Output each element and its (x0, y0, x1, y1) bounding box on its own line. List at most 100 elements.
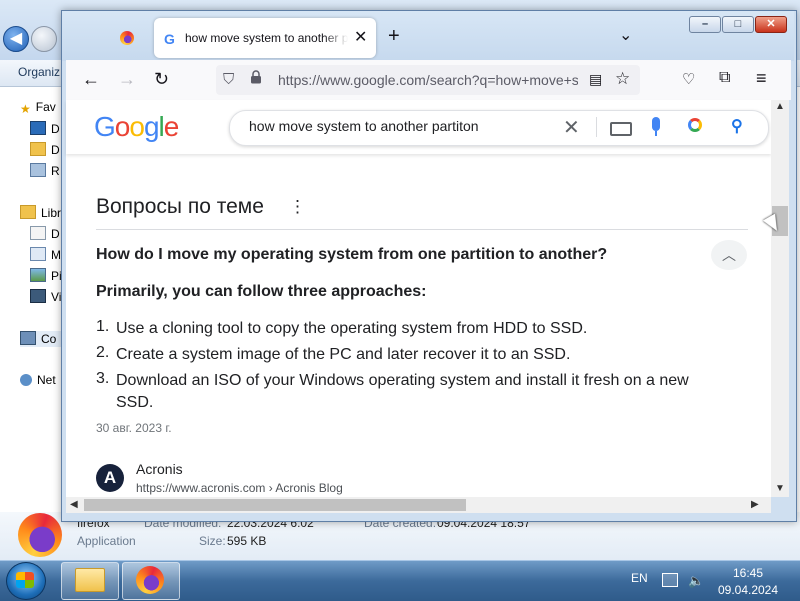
nav-item-computer[interactable]: Co (20, 331, 61, 347)
nav-item-videos[interactable]: Vi (30, 289, 61, 305)
explorer-forward-button[interactable] (31, 26, 57, 52)
recent-places-icon (30, 163, 46, 177)
tab-title: how move system to another partiton - Go… (185, 31, 348, 45)
list-item-text: Use a cloning tool to copy the operating… (116, 320, 588, 337)
close-window-button[interactable]: ✕ (755, 16, 787, 33)
star-icon: ★ (20, 102, 31, 116)
search-icon[interactable]: ⚲ (731, 116, 743, 136)
source-url[interactable]: https://www.acronis.com › Acronis Blog (136, 481, 343, 495)
more-options-icon[interactable]: ⋮ (289, 197, 306, 217)
scroll-down-arrow-icon[interactable]: ▼ (775, 483, 785, 494)
forward-button[interactable]: → (118, 69, 136, 89)
microphone-stem (655, 131, 657, 136)
nav-item-label: Vi (51, 290, 62, 304)
maximize-icon: □ (734, 18, 742, 30)
nav-item-label: Co (41, 332, 57, 346)
nav-item-label: D (51, 227, 60, 241)
search-divider (596, 117, 597, 137)
lock-icon[interactable] (250, 70, 262, 84)
back-arrow-icon: ◀ (9, 30, 23, 47)
network-tray-icon[interactable] (662, 573, 678, 587)
nav-item-documents[interactable]: D (30, 226, 60, 242)
minimize-icon: – (701, 18, 709, 30)
windows-logo-icon (16, 572, 34, 588)
scroll-up-arrow-icon[interactable]: ▲ (775, 101, 785, 112)
logo-letter: e (163, 111, 180, 142)
firefox-tab-icon (120, 31, 134, 45)
pocket-icon[interactable]: ♡ (682, 70, 695, 88)
nav-item-desktop[interactable]: D (30, 121, 60, 137)
clock-time[interactable]: 16:45 (718, 566, 778, 580)
tab-close-icon[interactable]: ✕ (354, 27, 367, 47)
details-size: 595 KB (227, 534, 267, 548)
nav-item-downloads[interactable]: D (30, 142, 60, 158)
url-text[interactable]: https://www.google.com/search?q=how+move… (278, 72, 578, 88)
computer-icon (20, 331, 36, 345)
question-text[interactable]: How do I move my operating system from o… (96, 246, 607, 264)
minimize-button[interactable]: – (689, 16, 721, 33)
scroll-right-arrow-icon[interactable]: ▶ (751, 499, 759, 510)
maximize-button[interactable]: □ (722, 16, 754, 33)
collapse-chevron-up-icon[interactable]: ︿ (711, 240, 747, 270)
nav-item-label: R (51, 164, 60, 178)
source-name[interactable]: Acronis (136, 461, 183, 477)
folder-icon (75, 568, 105, 592)
divider (96, 229, 748, 230)
clear-search-icon[interactable]: ✕ (563, 115, 580, 140)
google-lens-icon[interactable] (688, 118, 702, 132)
libraries-icon (20, 205, 36, 219)
explorer-back-button[interactable]: ◀ (3, 26, 29, 52)
network-icon (20, 374, 32, 386)
logo-letter: o (114, 111, 131, 142)
volume-muted-icon[interactable]: 🔈 (688, 573, 704, 589)
nav-item-network[interactable]: Net (20, 373, 56, 389)
nav-item-pictures[interactable]: Pi (30, 268, 62, 284)
organize-menu[interactable]: Organiz (18, 65, 60, 79)
keyboard-icon[interactable] (610, 122, 632, 136)
logo-letter: G (94, 111, 116, 142)
vertical-scrollbar[interactable] (771, 100, 789, 497)
documents-icon (30, 226, 46, 240)
new-tab-button[interactable]: + (388, 25, 400, 48)
music-icon (30, 247, 46, 261)
nav-item-label: Libr (41, 206, 62, 220)
nav-item-label: M (51, 248, 61, 262)
taskbar (0, 560, 800, 601)
answer-date: 30 авг. 2023 г. (96, 421, 172, 435)
app-menu-icon[interactable]: ≡ (756, 68, 767, 89)
list-item-text: Create a system image of the PC and late… (116, 346, 571, 363)
nav-item-libraries[interactable]: Libr (20, 205, 61, 221)
reload-button[interactable]: ↻ (154, 69, 169, 89)
nav-item-recent[interactable]: R (30, 163, 60, 179)
horizontal-scroll-thumb[interactable] (84, 499, 466, 511)
scroll-left-arrow-icon[interactable]: ◀ (70, 499, 78, 510)
downloads-icon (30, 142, 46, 156)
nav-item-label: D (51, 143, 60, 157)
microphone-icon[interactable] (652, 117, 660, 131)
clock-date[interactable]: 09.04.2024 (714, 583, 782, 597)
reader-view-icon[interactable]: ▤ (589, 71, 602, 88)
firefox-app-icon (18, 513, 62, 557)
tab-inactive[interactable] (98, 20, 150, 56)
extensions-icon[interactable]: ⧉ (719, 69, 730, 87)
list-all-tabs-chevron-icon[interactable]: ⌄ (619, 25, 632, 45)
google-logo[interactable]: Google (94, 111, 180, 143)
firefox-icon (136, 566, 164, 594)
logo-letter: o (129, 111, 145, 142)
list-item-text: Download an ISO of your Windows operatin… (116, 372, 689, 411)
answer-lead: Primarily, you can follow three approach… (96, 283, 427, 300)
close-icon: ✕ (766, 18, 776, 30)
language-indicator[interactable]: EN (631, 571, 648, 585)
search-input[interactable]: how move system to another partiton (249, 118, 479, 134)
nav-item-music[interactable]: M (30, 247, 61, 263)
acronis-logo-icon[interactable]: A (96, 464, 124, 492)
nav-item-label: D (51, 122, 60, 136)
nav-item-label: Net (37, 373, 56, 387)
tracking-shield-icon[interactable]: ⛉ (223, 71, 234, 88)
back-button[interactable]: ← (82, 69, 100, 89)
desktop-icon (30, 121, 46, 135)
bookmark-star-icon[interactable]: ☆ (615, 69, 630, 89)
google-favicon-icon: G (164, 31, 175, 47)
nav-item-favorites[interactable]: ★ Fav (20, 100, 56, 116)
pictures-icon (30, 268, 46, 282)
